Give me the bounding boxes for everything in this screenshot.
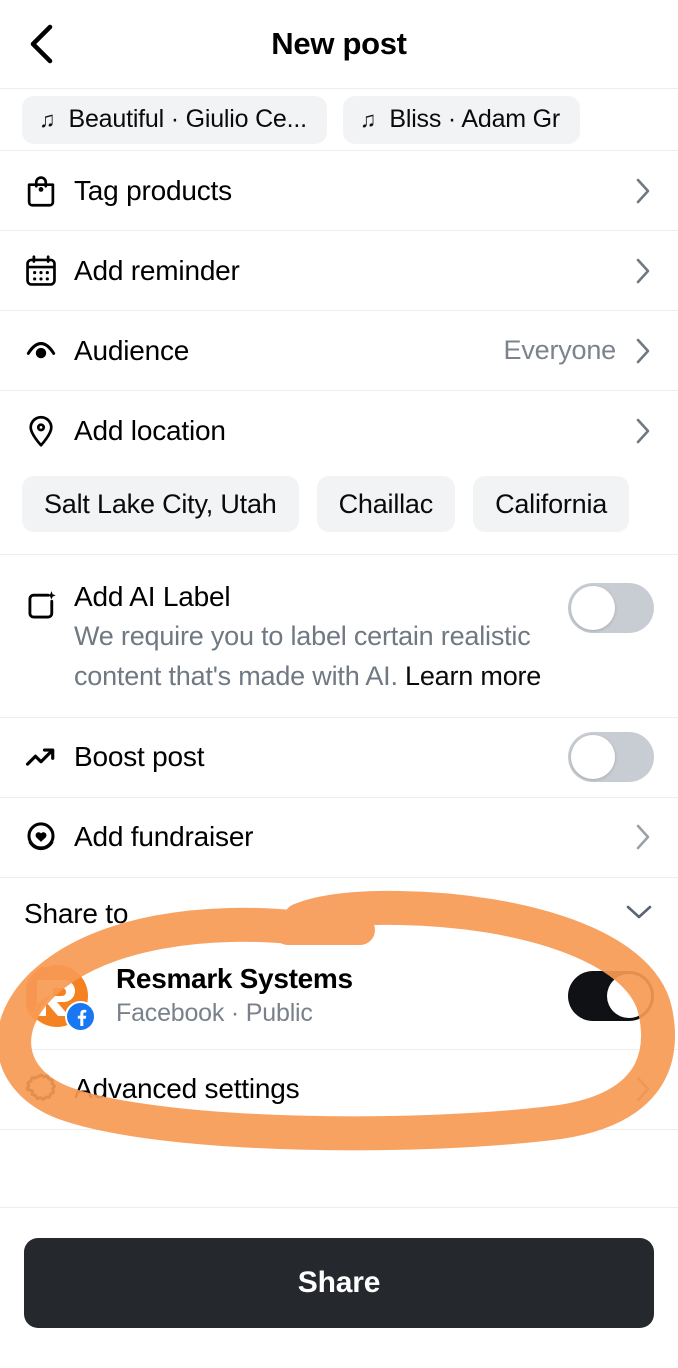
chevron-right-icon <box>632 176 654 206</box>
location-suggestions: Salt Lake City, Utah Chaillac California <box>0 470 678 554</box>
boost-post-toggle[interactable] <box>568 732 654 783</box>
share-bar: Share <box>0 1206 678 1328</box>
location-pin-icon <box>22 412 74 450</box>
ai-label-title: Add AI Label <box>74 581 231 612</box>
scroll-fade <box>632 89 678 150</box>
chevron-right-icon <box>632 416 654 446</box>
row-advanced-settings[interactable]: Advanced settings <box>0 1048 678 1129</box>
calendar-icon <box>22 252 74 290</box>
audience-value: Everyone <box>503 335 617 365</box>
row-add-reminder[interactable]: Add reminder <box>0 230 678 310</box>
ai-label-toggle[interactable] <box>568 583 654 633</box>
chevron-right-icon <box>632 1074 654 1104</box>
avatar <box>24 962 96 1033</box>
row-boost-post[interactable]: Boost post <box>0 716 678 797</box>
row-add-location[interactable]: Add location <box>0 390 678 470</box>
share-to-section-header[interactable]: Share to <box>0 876 678 951</box>
music-note-icon: ♫ <box>359 106 377 132</box>
row-label: Advanced settings <box>74 1073 300 1105</box>
share-account-row[interactable]: Resmark Systems Facebook · Public <box>0 950 678 1049</box>
row-tag-products[interactable]: Tag products <box>0 150 678 230</box>
scroll-fade <box>632 470 678 554</box>
row-label: Add location <box>74 414 226 446</box>
account-text: Resmark Systems Facebook · Public <box>116 961 568 1031</box>
new-post-screen: New post ♫ Beautiful · Giulio Ce... ♫ Bl… <box>0 0 678 1368</box>
row-label: Tag products <box>74 174 232 206</box>
ai-label-text: Add AI Label We require you to label cer… <box>74 577 568 697</box>
page-title: New post <box>271 26 407 61</box>
learn-more-link[interactable]: Learn more <box>405 661 541 691</box>
account-subtitle: Facebook · Public <box>116 999 313 1028</box>
share-to-title: Share to <box>24 898 129 930</box>
music-chip[interactable]: ♫ Bliss · Adam Gr <box>342 95 581 144</box>
chevron-down-icon[interactable] <box>624 902 654 927</box>
shopping-bag-icon <box>22 172 74 210</box>
location-chip[interactable]: California <box>473 476 630 532</box>
chevron-right-icon <box>632 336 654 366</box>
music-suggestions-row: ♫ Beautiful · Giulio Ce... ♫ Bliss · Ada… <box>0 88 678 150</box>
ai-label-description: We require you to label certain realisti… <box>74 617 544 697</box>
toggle-knob <box>607 973 651 1018</box>
row-audience[interactable]: Audience Everyone <box>0 310 678 390</box>
account-name: Resmark Systems <box>116 962 353 994</box>
share-button[interactable]: Share <box>24 1237 654 1328</box>
music-chip-label: Bliss · Adam Gr <box>389 105 561 133</box>
row-label: Add reminder <box>74 254 240 286</box>
chevron-right-icon <box>632 822 654 852</box>
toggle-knob <box>571 735 615 780</box>
row-add-fundraiser[interactable]: Add fundraiser <box>0 796 678 877</box>
row-label: Audience <box>74 334 190 366</box>
facebook-badge-icon <box>65 1000 96 1032</box>
chevron-left-icon <box>30 24 53 64</box>
app-header: New post <box>0 0 678 88</box>
location-chip[interactable]: Salt Lake City, Utah <box>22 476 299 532</box>
trending-up-icon <box>22 738 74 776</box>
bottom-spacer <box>0 1128 678 1207</box>
row-label: Add fundraiser <box>74 821 254 853</box>
chevron-right-icon <box>632 256 654 286</box>
toggle-knob <box>571 586 615 630</box>
gear-icon <box>22 1070 74 1108</box>
row-add-ai-label[interactable]: Add AI Label We require you to label cer… <box>0 554 678 717</box>
location-chip[interactable]: Chaillac <box>316 476 456 532</box>
heart-circle-icon <box>22 818 74 856</box>
ai-sparkle-square-icon <box>22 577 74 630</box>
eye-icon <box>22 332 74 370</box>
music-chip-label: Beautiful · Giulio Ce... <box>68 105 308 133</box>
back-button[interactable] <box>18 21 64 67</box>
row-label: Boost post <box>74 741 205 773</box>
share-account-toggle[interactable] <box>568 970 654 1021</box>
music-note-icon: ♫ <box>39 106 56 132</box>
music-chip[interactable]: ♫ Beautiful · Giulio Ce... <box>22 95 327 144</box>
